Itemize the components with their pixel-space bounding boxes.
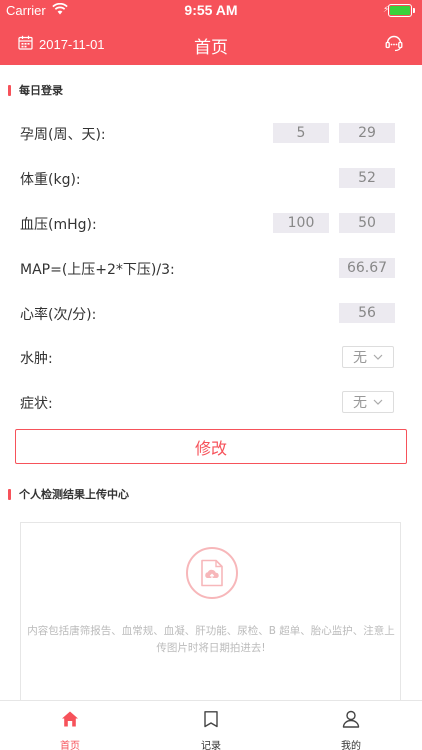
section-marker [8, 84, 11, 96]
book-icon [202, 710, 220, 732]
heart-rate-field[interactable]: 56 [339, 303, 395, 323]
symptom-select-value: 无 [353, 395, 367, 411]
user-icon [342, 710, 360, 732]
row-weight: 体重(kg): 52 [0, 168, 422, 198]
symptom-select[interactable]: 无 [342, 391, 394, 413]
page-title: 首页 [194, 38, 228, 58]
status-time: 9:55 AM [184, 2, 238, 18]
battery-icon: ⚡ [383, 4, 415, 17]
edema-select[interactable]: 无 [342, 346, 394, 368]
section-title-upload-center: 个人检测结果上传中心 [19, 488, 129, 501]
row-map: MAP=(上压+2*下压)/3: 66.67 [0, 258, 422, 288]
edema-select-value: 无 [353, 350, 367, 366]
tab-home[interactable]: 首页 [0, 701, 140, 750]
upload-area[interactable]: 内容包括唐筛报告、血常规、血凝、肝功能、尿检、B 超单、胎心监护、注意上传图片时… [20, 522, 401, 702]
heart-rate-label: 心率(次/分): [20, 307, 97, 323]
row-edema: 水肿: 无 [0, 346, 422, 380]
tab-profile[interactable]: 我的 [281, 701, 421, 750]
pregnancy-days-field[interactable]: 29 [339, 123, 395, 143]
chevron-down-icon [373, 399, 383, 405]
pregnancy-weeks-field[interactable]: 5 [273, 123, 329, 143]
status-bar: Carrier 9:55 AM ⚡ [0, 0, 422, 22]
weight-label: 体重(kg): [20, 172, 81, 188]
section-upload-center: 个人检测结果上传中心 [8, 486, 129, 502]
weight-field[interactable]: 52 [339, 168, 395, 188]
section-daily-login: 每日登录 [8, 82, 63, 98]
edema-label: 水肿: [20, 351, 53, 367]
symptom-label: 症状: [20, 396, 53, 412]
systolic-field[interactable]: 100 [273, 213, 329, 233]
tab-records[interactable]: 记录 [141, 701, 281, 750]
pregnancy-week-label: 孕周(周、天): [20, 127, 106, 143]
row-pregnancy-week: 孕周(周、天): 5 29 [0, 123, 422, 153]
row-symptom: 症状: 无 [0, 391, 422, 425]
section-marker [8, 488, 11, 500]
tab-profile-label: 我的 [341, 741, 361, 750]
upload-description: 内容包括唐筛报告、血常规、血凝、肝功能、尿检、B 超单、胎心监护、注意上传图片时… [27, 625, 395, 654]
chevron-down-icon [373, 354, 383, 360]
tab-home-label: 首页 [60, 741, 80, 750]
tab-bar: 首页 记录 我的 [0, 700, 422, 750]
customer-service-icon[interactable] [384, 33, 404, 57]
home-icon [61, 710, 79, 732]
blood-pressure-label: 血压(mHg): [20, 217, 97, 233]
modify-button[interactable]: 修改 [15, 429, 407, 464]
section-title-daily-login: 每日登录 [19, 84, 63, 97]
nav-bar: 2017-11-01 首页 [0, 22, 422, 65]
row-heart-rate: 心率(次/分): 56 [0, 303, 422, 333]
map-value: 66.67 [339, 258, 395, 278]
map-label: MAP=(上压+2*下压)/3: [20, 262, 175, 278]
tab-records-label: 记录 [201, 741, 221, 750]
upload-image-icon[interactable] [186, 547, 238, 599]
row-blood-pressure: 血压(mHg): 100 50 [0, 213, 422, 243]
diastolic-field[interactable]: 50 [339, 213, 395, 233]
app-header: Carrier 9:55 AM ⚡ 2017-11-01 首页 [0, 0, 422, 65]
